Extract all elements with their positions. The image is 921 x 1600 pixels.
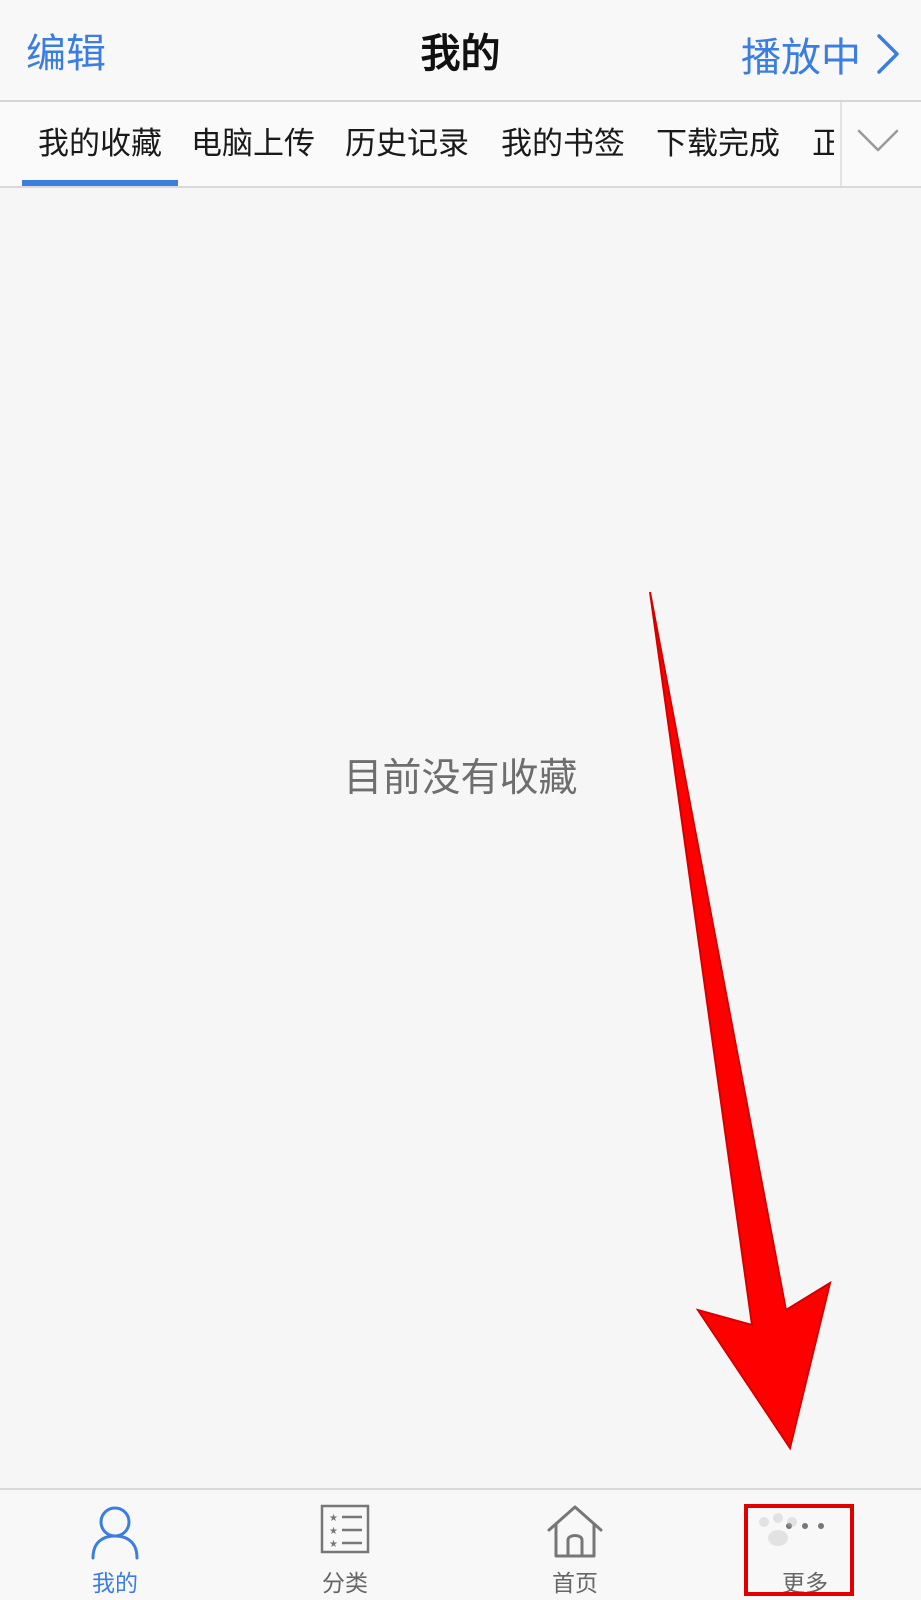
person-icon <box>91 1506 139 1560</box>
annotation-highlight-box <box>744 1504 854 1596</box>
tabbar-item-category[interactable]: ★ ★ ★ 分类 <box>230 1490 460 1600</box>
annotation-arrow <box>649 591 832 1451</box>
svg-text:★: ★ <box>329 1526 338 1537</box>
list-icon: ★ ★ ★ <box>320 1504 370 1554</box>
tabbar-item-mine[interactable]: 我的 <box>0 1490 230 1600</box>
svg-text:★: ★ <box>329 1539 338 1550</box>
tabbar-item-home[interactable]: 首页 <box>460 1490 690 1600</box>
tabbar-label-mine: 我的 <box>92 1571 138 1597</box>
tabbar-label-home: 首页 <box>552 1571 598 1597</box>
home-icon <box>547 1505 603 1558</box>
tabbar-label-category: 分类 <box>322 1571 368 1597</box>
svg-text:★: ★ <box>329 1513 338 1524</box>
